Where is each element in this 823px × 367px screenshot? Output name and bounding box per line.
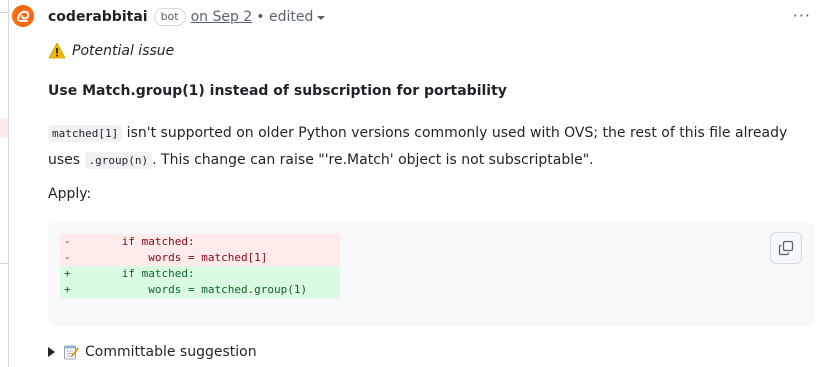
comment-frame: coderabbitai bot on Sep 2 • edited ··· P… — [0, 0, 823, 367]
diff-code: if matched: — [82, 267, 195, 280]
diff-line-added: + words = matched.group(1) — [60, 282, 340, 298]
diff-code: words = matched[1] — [82, 251, 268, 264]
author-name[interactable]: coderabbitai — [48, 9, 148, 25]
diff-code: words = matched.group(1) — [82, 283, 308, 296]
edited-label[interactable]: • edited — [256, 9, 313, 25]
rail-divider — [0, 12, 8, 13]
timeline-rail — [0, 0, 9, 367]
warning-icon — [48, 42, 66, 59]
potential-issue-row: Potential issue — [48, 42, 174, 60]
diff-sign: + — [64, 267, 71, 280]
committable-suggestion-label: Committable suggestion — [85, 344, 257, 360]
potential-issue-label: Potential issue — [72, 43, 175, 59]
copy-button[interactable] — [770, 232, 802, 264]
diff-line-removed: - words = matched[1] — [60, 250, 340, 266]
coderabbit-avatar-icon[interactable] — [12, 5, 34, 27]
diff-code: if matched: — [82, 235, 195, 248]
comment-title: Use Match.group(1) instead of subscripti… — [48, 83, 507, 99]
diff-sign: + — [64, 283, 71, 296]
inline-code: matched[1] — [48, 125, 123, 142]
copy-icon — [778, 240, 794, 256]
comment-date-link[interactable]: on Sep 2 — [191, 9, 253, 25]
rail-divider — [0, 263, 8, 264]
bot-badge: bot — [153, 8, 186, 26]
comment-header: coderabbitai bot on Sep 2 • edited — [48, 6, 823, 28]
memo-icon — [64, 345, 79, 360]
apply-label: Apply: — [48, 186, 92, 202]
suggestion-code-block: - if matched: - words = matched[1] + if … — [48, 222, 814, 326]
rail-highlight — [0, 118, 8, 138]
diff-line-added: + if matched: — [60, 266, 340, 282]
inline-code: .group(n) — [84, 152, 153, 169]
more-options-button[interactable]: ··· — [793, 6, 811, 25]
diff-lines: - if matched: - words = matched[1] + if … — [60, 234, 340, 298]
chevron-down-icon[interactable] — [317, 16, 326, 20]
diff-sign: - — [64, 251, 71, 264]
paragraph-text: . This change can raise "'re.Match' obje… — [152, 152, 594, 168]
committable-suggestion-toggle[interactable]: Committable suggestion — [48, 344, 257, 360]
diff-line-removed: - if matched: — [60, 234, 340, 250]
comment-paragraph: matched[1] isn't supported on older Pyth… — [48, 120, 818, 174]
triangle-right-icon — [48, 347, 55, 357]
diff-sign: - — [64, 235, 71, 248]
